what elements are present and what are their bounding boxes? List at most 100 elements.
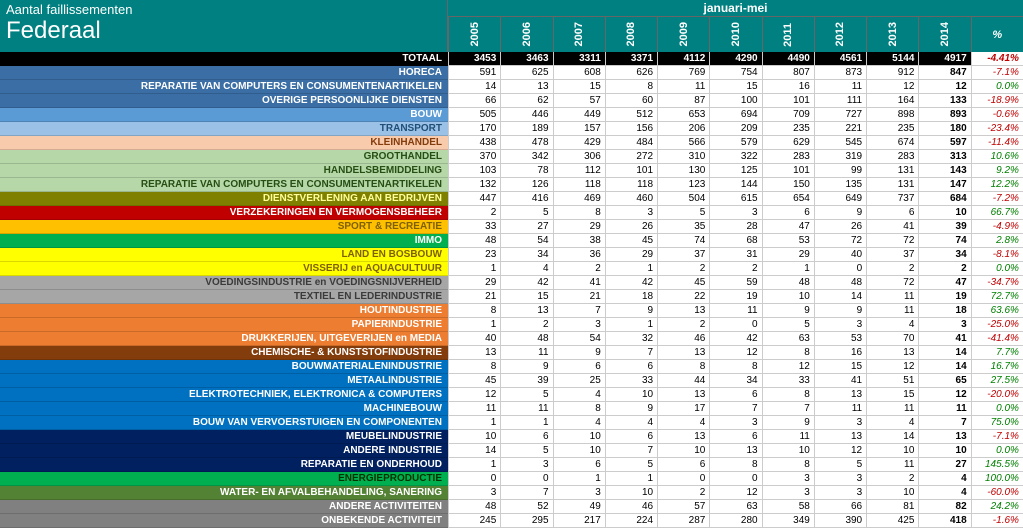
- data-cell: 2: [500, 318, 552, 332]
- table-row: REPARATIE EN ONDERHOUD136568851127145.5%: [0, 458, 1023, 472]
- year-header: 2008: [605, 17, 657, 52]
- data-cell: 23: [448, 248, 500, 262]
- data-cell: 11: [866, 304, 918, 318]
- data-cell: 5: [500, 206, 552, 220]
- pct-cell: -11.4%: [971, 136, 1023, 150]
- data-cell: 319: [814, 150, 866, 164]
- data-cell: 0: [500, 472, 552, 486]
- row-cells: 33272926352847264139-4.9%: [448, 220, 1023, 234]
- data-cell: 111: [814, 94, 866, 108]
- data-cell: 11: [866, 458, 918, 472]
- pct-cell: 9.2%: [971, 164, 1023, 178]
- data-cell: 189: [500, 122, 552, 136]
- data-cell: 46: [605, 500, 657, 514]
- data-cell: 3: [762, 486, 814, 500]
- data-cell: 8: [553, 206, 605, 220]
- data-cell: 370: [448, 150, 500, 164]
- data-cell: 132: [448, 178, 500, 192]
- data-cell: 41: [814, 374, 866, 388]
- data-cell: 3: [709, 416, 761, 430]
- table-row: VERZEKERINGEN EN VERMOGENSBEHEER25835369…: [0, 206, 1023, 220]
- data-cell: 807: [762, 66, 814, 80]
- data-cell: 2: [553, 262, 605, 276]
- data-cell: 36: [553, 248, 605, 262]
- data-cell: 19: [918, 290, 970, 304]
- row-label: BOUW: [0, 108, 448, 122]
- data-cell: 447: [448, 192, 500, 206]
- data-cell: 13: [657, 430, 709, 444]
- table-row: LAND EN BOSBOUW23343629373129403734-8.1%: [0, 248, 1023, 262]
- data-cell: 32: [605, 332, 657, 346]
- data-cell: 2: [709, 262, 761, 276]
- pct-cell: -18.9%: [971, 94, 1023, 108]
- data-cell: 0: [709, 472, 761, 486]
- data-cell: 52: [500, 500, 552, 514]
- pct-cell: 0.0%: [971, 80, 1023, 94]
- data-cell: 245: [448, 514, 500, 528]
- data-cell: 3: [553, 318, 605, 332]
- data-cell: 126: [500, 178, 552, 192]
- data-cell: 217: [553, 514, 605, 528]
- data-cell: 15: [814, 360, 866, 374]
- data-cell: 626: [605, 66, 657, 80]
- table-row: REPARATIE VAN COMPUTERS EN CONSUMENTENAR…: [0, 80, 1023, 94]
- data-cell: 15: [500, 290, 552, 304]
- data-cell: 28: [709, 220, 761, 234]
- data-cell: 449: [553, 108, 605, 122]
- data-cell: 59: [709, 276, 761, 290]
- row-cells: 170189157156206209235221235180-23.4%: [448, 122, 1023, 136]
- data-cell: 6: [605, 360, 657, 374]
- data-cell: 10: [918, 206, 970, 220]
- data-cell: 280: [709, 514, 761, 528]
- row-label: BOUWMATERIALENINDUSTRIE: [0, 360, 448, 374]
- data-cell: 170: [448, 122, 500, 136]
- pct-cell: -7.1%: [971, 66, 1023, 80]
- data-cell: 9: [605, 304, 657, 318]
- row-label: OVERIGE PERSOONLIJKE DIENSTEN: [0, 94, 448, 108]
- data-cell: 4490: [762, 52, 814, 66]
- data-cell: 19: [709, 290, 761, 304]
- data-cell: 12: [709, 346, 761, 360]
- data-cell: 6: [709, 430, 761, 444]
- row-cells: 14212210220.0%: [448, 262, 1023, 276]
- data-cell: 7: [918, 416, 970, 430]
- data-cell: 12: [814, 444, 866, 458]
- row-label: HORECA: [0, 66, 448, 80]
- pct-cell: -34.7%: [971, 276, 1023, 290]
- data-cell: 48: [448, 500, 500, 514]
- data-cell: 101: [762, 164, 814, 178]
- data-cell: 13: [500, 304, 552, 318]
- data-cell: 11: [918, 402, 970, 416]
- data-cell: 37: [866, 248, 918, 262]
- data-cell: 60: [605, 94, 657, 108]
- data-cell: 8: [762, 346, 814, 360]
- row-cells: 13212611811812314415013513114712.2%: [448, 178, 1023, 192]
- data-cell: 512: [605, 108, 657, 122]
- data-cell: 416: [500, 192, 552, 206]
- data-cell: 87: [657, 94, 709, 108]
- row-cells: 4852494657635866818224.2%: [448, 500, 1023, 514]
- table-row: MEUBELINDUSTRIE10610613611131413-7.1%: [0, 430, 1023, 444]
- data-cell: 7: [605, 346, 657, 360]
- data-cell: 29: [605, 248, 657, 262]
- row-label: BOUW VAN VERVOERSTUIGEN EN COMPONENTEN: [0, 416, 448, 430]
- data-cell: 156: [605, 122, 657, 136]
- data-cell: 21: [553, 290, 605, 304]
- pct-cell: 100.0%: [971, 472, 1023, 486]
- year-header: 2012: [814, 17, 866, 52]
- data-cell: 912: [866, 66, 918, 80]
- data-cell: 615: [709, 192, 761, 206]
- data-cell: 41: [553, 276, 605, 290]
- pct-cell: -1.6%: [971, 514, 1023, 528]
- data-cell: 898: [866, 108, 918, 122]
- data-cell: 1: [448, 318, 500, 332]
- data-cell: 6: [553, 360, 605, 374]
- data-cell: 654: [762, 192, 814, 206]
- table-row: TRANSPORT170189157156206209235221235180-…: [0, 122, 1023, 136]
- data-cell: 101: [605, 164, 657, 178]
- data-cell: 54: [553, 332, 605, 346]
- data-cell: 306: [553, 150, 605, 164]
- data-cell: 9: [500, 360, 552, 374]
- data-cell: 3: [814, 318, 866, 332]
- data-cell: 5: [500, 388, 552, 402]
